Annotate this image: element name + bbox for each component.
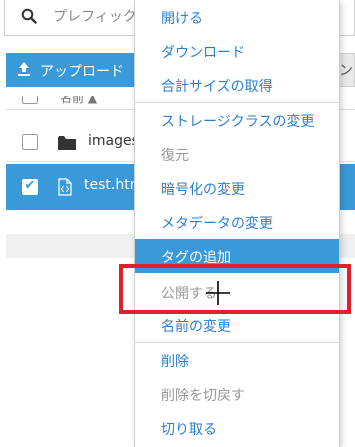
upload-button-label: アップロード [40, 64, 124, 80]
toolbar-right-button-label: ン [339, 63, 353, 79]
menu-item-undo-delete: 削除を切戻す [135, 377, 339, 411]
folder-icon [58, 135, 76, 150]
menu-item-label: 名前の変更 [161, 319, 231, 335]
upload-button[interactable]: アップロード [6, 53, 136, 87]
name-column-header[interactable]: 名前 ▲ [60, 96, 97, 106]
row-checkbox[interactable] [22, 134, 38, 150]
select-all-checkbox[interactable] [22, 96, 38, 104]
context-menu: 開ける ダウンロード 合計サイズの取得 ストレージクラスの変更 復元 暗号化の変… [134, 0, 340, 447]
search-icon [21, 8, 37, 24]
menu-item-label: 合計サイズの取得 [161, 79, 273, 95]
menu-item-label: 暗号化の変更 [161, 182, 245, 198]
menu-item-change-metadata[interactable]: メタデータの変更 [135, 205, 339, 239]
menu-item-change-encryption[interactable]: 暗号化の変更 [135, 171, 339, 205]
menu-item-restore: 復元 [135, 137, 339, 171]
row-checkbox-checked[interactable]: ✔ [22, 178, 38, 195]
highlight-annotation-box [119, 264, 351, 314]
menu-item-download[interactable]: ダウンロード [135, 34, 339, 68]
menu-item-label: ダウンロード [161, 45, 245, 61]
menu-item-label: 切り取る [161, 422, 217, 438]
crosshair-cursor-icon [206, 281, 230, 305]
row-name[interactable]: images [88, 133, 139, 149]
menu-item-label: 削除を切戻す [161, 388, 245, 404]
menu-item-label: 復元 [161, 148, 189, 164]
checkmark-icon: ✔ [24, 178, 36, 193]
menu-item-cut[interactable]: 切り取る [135, 411, 339, 445]
menu-item-open[interactable]: 開ける [135, 0, 339, 34]
menu-item-label: ストレージクラスの変更 [161, 114, 315, 130]
menu-item-get-total-size[interactable]: 合計サイズの取得 [135, 68, 339, 102]
search-input[interactable]: プレフィック [53, 6, 137, 26]
menu-item-label: メタデータの変更 [161, 216, 273, 232]
menu-item-label: 削除 [161, 354, 189, 370]
code-file-icon [58, 178, 72, 196]
menu-item-change-storage-class[interactable]: ストレージクラスの変更 [135, 103, 339, 137]
menu-item-label: 開ける [161, 11, 203, 27]
menu-item-delete[interactable]: 削除 [135, 343, 339, 377]
upload-icon [16, 61, 32, 77]
